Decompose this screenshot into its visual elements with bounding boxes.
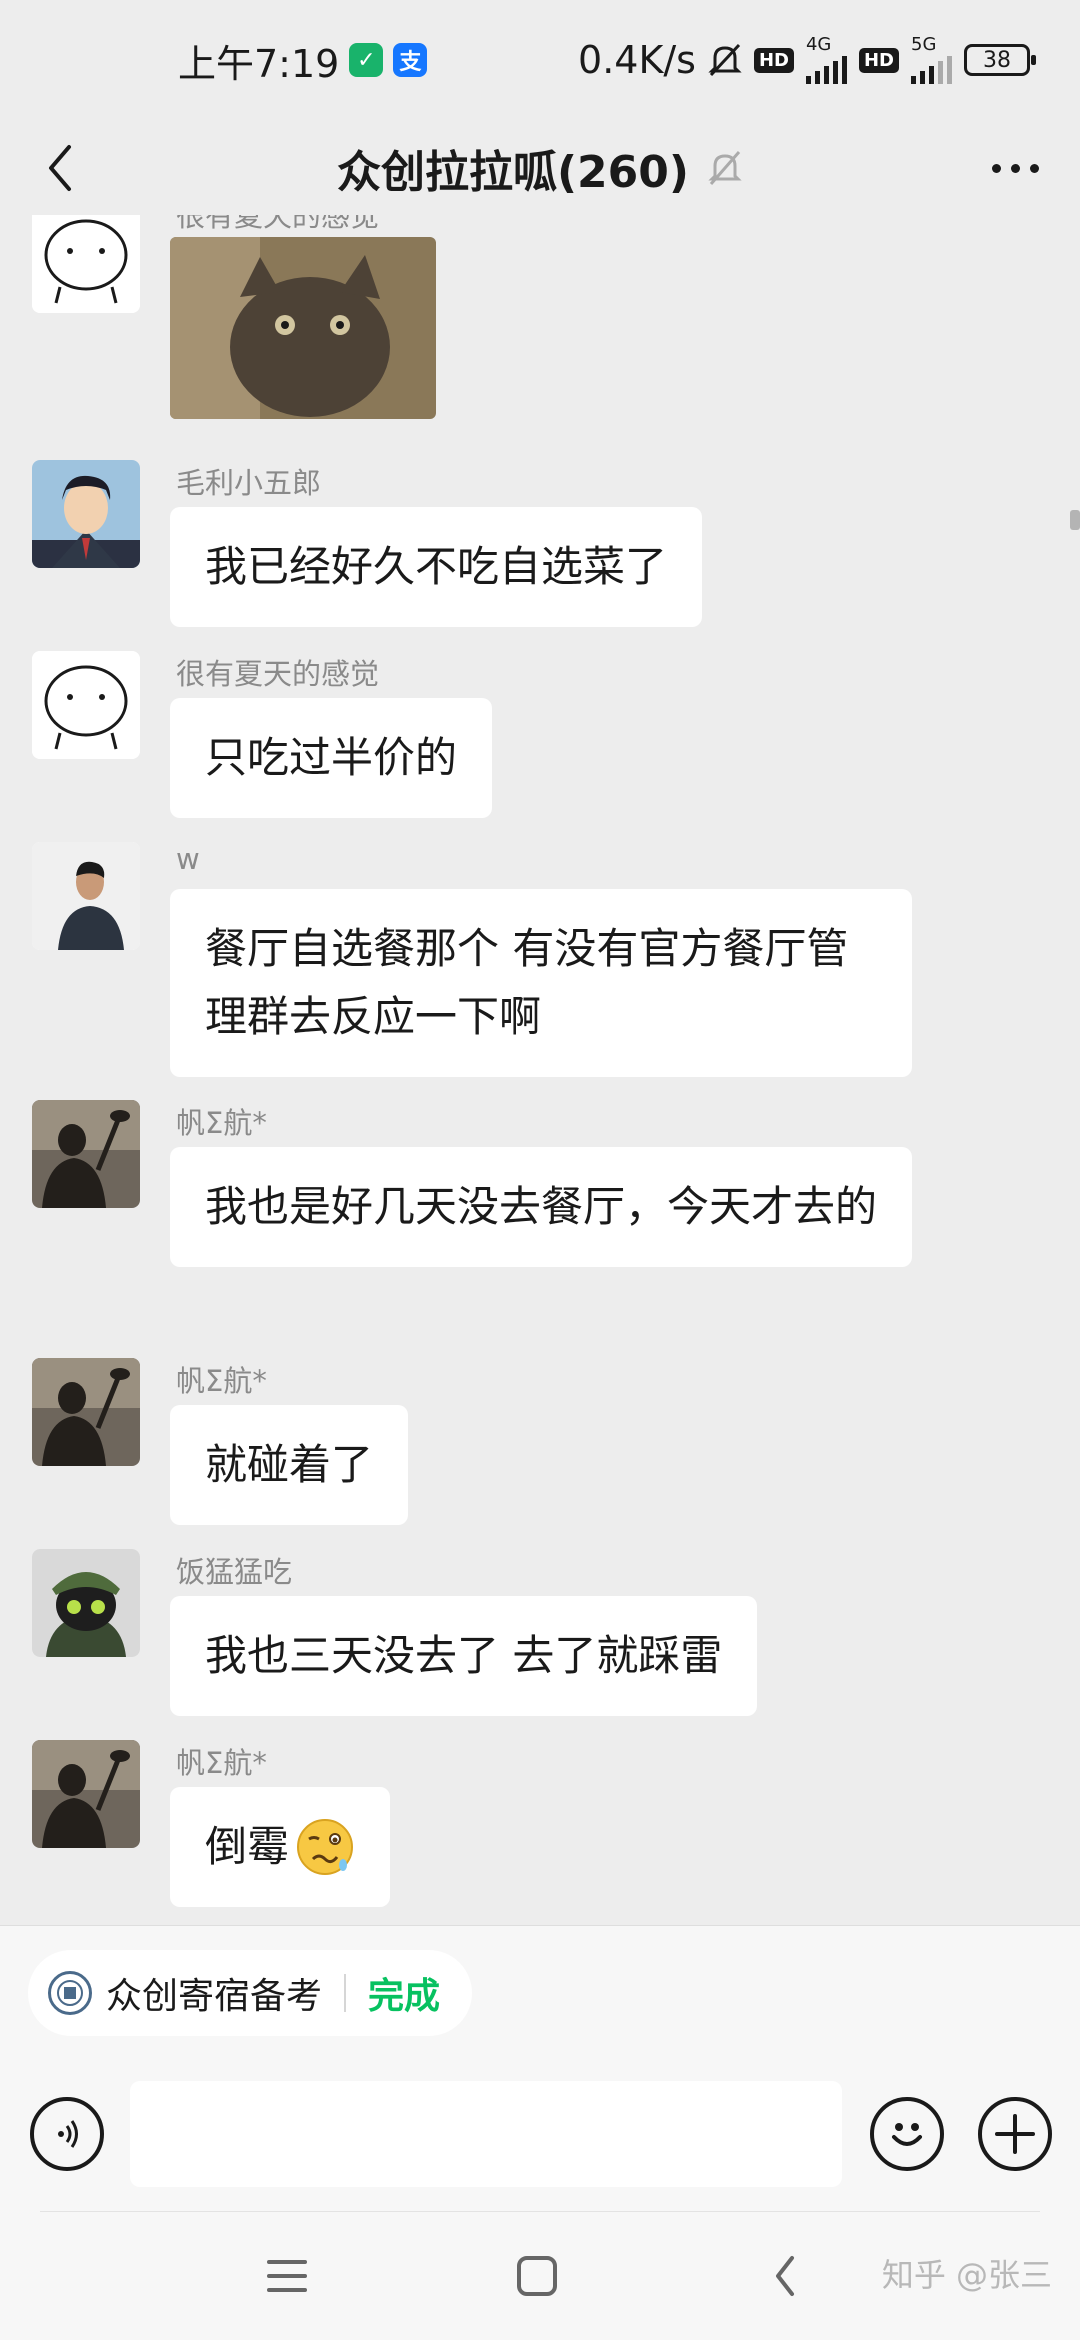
message-bubble[interactable]: 倒霉 [170, 1787, 391, 1907]
sender-name: 帆Σ航* [176, 1364, 267, 1398]
sender-name: 饭猛猛吃 [176, 1555, 293, 1589]
home-nav-button[interactable] [502, 2246, 572, 2306]
message-bubble[interactable]: 我已经好久不吃自选菜了 [170, 507, 703, 627]
silhouette-avatar[interactable] [32, 1358, 140, 1466]
signal-bars-icon [805, 54, 847, 84]
shortcut-chip[interactable]: 众创寄宿备考 完成 [28, 1950, 473, 2036]
square-home-icon [517, 2256, 557, 2296]
menu-nav-button[interactable] [252, 2246, 322, 2306]
add-button[interactable] [978, 2097, 1052, 2171]
message-list[interactable]: 很有夏天的感觉 毛利小五郎 我已经好久不吃自选菜了 很有夏天的感觉 只吃过半价的… [0, 215, 1080, 1925]
message-bubble[interactable]: 只吃过半价的 [170, 698, 493, 818]
menu-icon [267, 2260, 307, 2292]
voice-button[interactable] [30, 2097, 104, 2171]
more-options-button[interactable] [980, 138, 1050, 198]
signal-bars-icon [911, 54, 952, 84]
status-bar: 上午7:19 ✓ 支 0.4K/s HD 4G HD 5G 38 [0, 0, 1080, 120]
chat-title: 众创拉拉呱(260) [336, 146, 690, 198]
emoji-button[interactable] [870, 2097, 944, 2171]
anime-man-avatar[interactable] [32, 460, 140, 568]
muted-bell-icon [708, 150, 742, 185]
voice-icon [58, 2120, 78, 2148]
message-bubble[interactable]: 就碰着了 [170, 1405, 409, 1525]
silhouette-avatar[interactable] [32, 1740, 140, 1848]
school-logo-icon [48, 1971, 92, 2015]
signal-4g: 4G [805, 36, 847, 84]
shortcut-chip-label: 众创寄宿备考 [106, 1976, 323, 2017]
chat-header: 众创拉拉呱(260) [0, 120, 1080, 215]
sender-name: 很有夏天的感觉 [176, 215, 380, 233]
hd-badge: HD [753, 47, 794, 73]
sender-name: 帆Σ航* [176, 1746, 267, 1780]
cat-sticker-image[interactable] [170, 237, 436, 419]
sender-name: 很有夏天的感觉 [176, 657, 380, 691]
chevron-left-icon [776, 2256, 794, 2296]
message-input[interactable] [130, 2081, 842, 2187]
scrollbar-thumb[interactable] [1070, 510, 1080, 530]
woozy-face-emoji-icon [297, 1819, 354, 1875]
done-button[interactable]: 完成 [368, 1967, 440, 2019]
chip-divider [344, 1974, 347, 2012]
back-nav-button[interactable] [750, 2246, 820, 2306]
sender-name: 帆Σ航* [176, 1106, 267, 1140]
mute-bell-icon [708, 43, 742, 77]
chevron-left-icon [49, 145, 71, 191]
message-bubble[interactable]: 我也是好几天没去餐厅，今天才去的 [170, 1147, 912, 1267]
sender-name: w [176, 842, 200, 876]
cat-soldier-avatar[interactable] [32, 1549, 140, 1657]
net-speed: 0.4K/s [578, 38, 696, 82]
alipay-app-icon: 支 [393, 43, 428, 77]
input-toolbar [0, 2081, 1080, 2201]
signal-5g: 5G [911, 36, 952, 84]
back-button[interactable] [30, 138, 90, 198]
face-avatar[interactable] [32, 215, 140, 313]
smiley-icon [892, 2123, 922, 2146]
message-bubble[interactable]: 餐厅自选餐那个 有没有官方餐厅管理群去反应一下啊 [170, 889, 912, 1077]
plus-icon [995, 2114, 1035, 2154]
message-bubble[interactable]: 我也三天没去了 去了就踩雷 [170, 1596, 758, 1716]
silhouette-avatar[interactable] [32, 1100, 140, 1208]
person-photo-avatar[interactable] [32, 842, 140, 950]
status-time: 上午7:19 [178, 41, 340, 86]
message-text: 倒霉 [205, 1822, 290, 1871]
nav-divider [40, 2211, 1040, 2212]
hd-badge: HD [858, 47, 899, 73]
shield-app-icon: ✓ [349, 43, 384, 77]
battery-icon: 38 [964, 44, 1036, 76]
watermark-text: 知乎 @张三 [881, 2256, 1052, 2294]
sender-name: 毛利小五郎 [176, 466, 322, 500]
face-avatar[interactable] [32, 651, 140, 759]
